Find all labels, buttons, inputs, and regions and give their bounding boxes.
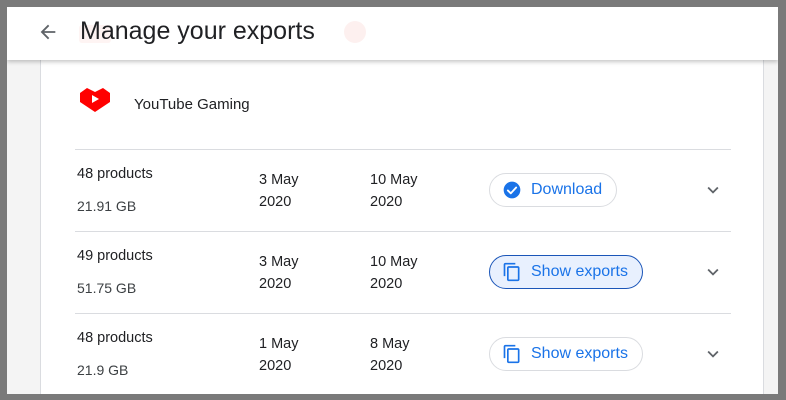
export-row: 49 products 51.75 GB 3 May 2020 10 May 2… [75,231,731,314]
expand-row-button[interactable] [701,260,725,284]
copy-icon [502,344,522,364]
expand-row-button[interactable] [701,178,725,202]
created-date-year: 2020 [259,276,292,292]
product-count: 49 products [77,248,153,264]
export-size: 51.75 GB [77,280,137,296]
expand-row-button[interactable] [701,342,725,366]
back-button[interactable] [35,19,61,45]
chevron-down-icon [707,186,719,194]
download-button-label: Download [531,181,603,198]
download-button[interactable]: Download [489,173,618,207]
expiry-date-day: 8 May [370,336,410,352]
created-date: 3 May 2020 [259,169,339,213]
expiry-date-year: 2020 [370,358,403,374]
created-date-year: 2020 [259,194,292,210]
expiry-date-year: 2020 [370,276,403,292]
chevron-down-icon [707,268,719,276]
youtube-gaming-logo [80,88,110,112]
created-date-day: 3 May [259,172,299,188]
copy-icon [502,262,522,282]
product-header [79,80,111,120]
expiry-date-day: 10 May [370,172,418,188]
product-name: YouTube Gaming [134,96,250,113]
page-title: Manage your exports [80,17,315,45]
created-date-day: 1 May [259,336,299,352]
created-date: 3 May 2020 [259,251,339,295]
created-date: 1 May 2020 [259,333,339,377]
arrow-back-icon [40,24,56,40]
chevron-down-icon [707,350,719,358]
export-size: 21.91 GB [77,198,137,214]
expiry-date: 10 May 2020 [370,169,450,213]
show-exports-button-label: Show exports [531,345,628,362]
product-count: 48 products [77,166,153,182]
expiry-date: 10 May 2020 [370,251,450,295]
created-date-year: 2020 [259,358,292,374]
show-exports-button[interactable]: Show exports [489,337,643,371]
exports-card: YouTube Gaming 48 products 21.91 GB 3 Ma… [40,60,764,394]
expiry-date-day: 10 May [370,254,418,270]
header-decoration [344,21,366,43]
app-window: Manage your exports YouTube Gaming 48 pr… [7,7,778,394]
check-circle-icon [502,180,522,200]
export-row: 48 products 21.91 GB 3 May 2020 10 May 2… [75,149,731,232]
export-size: 21.9 GB [77,362,129,378]
top-app-bar: Manage your exports [7,7,778,60]
created-date-day: 3 May [259,254,299,270]
show-exports-button-label: Show exports [531,263,628,280]
export-row: 48 products 21.9 GB 1 May 2020 8 May 202… [75,313,731,394]
expiry-date: 8 May 2020 [370,333,450,377]
show-exports-button[interactable]: Show exports [489,255,643,289]
product-count: 48 products [77,330,153,346]
expiry-date-year: 2020 [370,194,403,210]
